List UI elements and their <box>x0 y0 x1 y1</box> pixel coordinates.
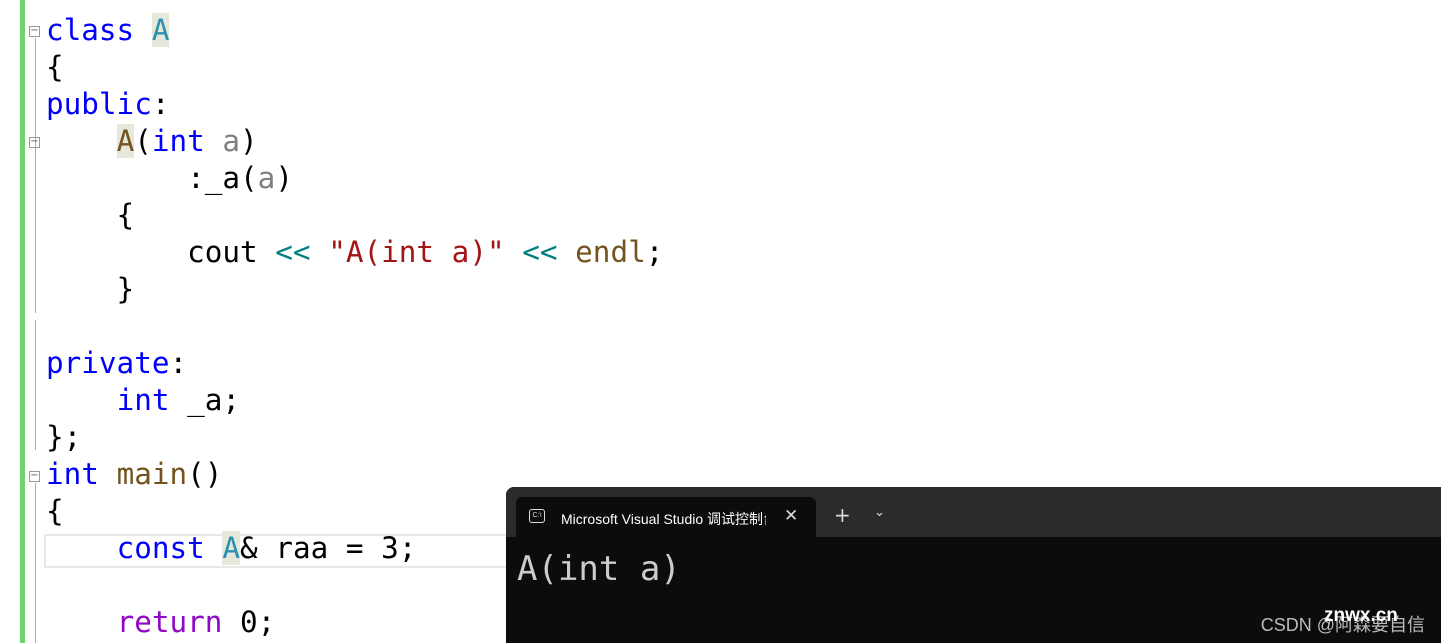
code-token: { <box>46 494 64 528</box>
fold-guide <box>35 320 36 450</box>
code-line: }; <box>46 419 663 456</box>
code-token: endl <box>575 235 646 269</box>
code-token: private <box>46 346 170 380</box>
code-line: { <box>46 49 663 86</box>
code-token: () <box>187 457 223 491</box>
collapse-icon[interactable]: − <box>29 137 40 148</box>
code-token: << <box>275 235 311 269</box>
code-token: } <box>46 272 135 306</box>
code-token: _a; <box>169 383 241 417</box>
code-token: main <box>116 457 188 491</box>
code-token: ) <box>240 124 258 158</box>
code-token: :_a( <box>46 161 258 195</box>
code-token: "A(int a)" <box>328 235 505 269</box>
code-line: } <box>46 271 663 308</box>
code-line: :_a(a) <box>46 160 663 197</box>
code-token: return <box>116 605 223 639</box>
code-token: class <box>46 13 152 47</box>
fold-guide <box>35 483 36 643</box>
chevron-down-icon[interactable]: ⌄ <box>874 505 885 520</box>
collapse-icon[interactable]: − <box>29 471 40 482</box>
site-watermark: znwx.cn <box>1324 605 1398 626</box>
code-token: { <box>46 198 135 232</box>
code-token: { <box>46 50 64 84</box>
close-icon[interactable]: ✕ <box>784 506 798 526</box>
code-token: << <box>522 235 558 269</box>
code-line: cout << "A(int a)" << endl; <box>46 234 663 271</box>
collapse-icon[interactable]: − <box>29 26 40 37</box>
terminal-window: C:\ Microsoft Visual Studio 调试控制台 ✕ + ⌄ … <box>506 487 1441 643</box>
code-token: int <box>46 457 99 491</box>
code-token: a <box>222 124 241 158</box>
console-icon: C:\ <box>529 509 545 523</box>
code-token: 0; <box>222 605 276 639</box>
code-token: ( <box>134 124 152 158</box>
code-token: A <box>222 531 241 565</box>
fold-guide <box>35 38 36 313</box>
code-token: A <box>116 124 135 158</box>
code-token: : <box>151 87 170 121</box>
new-tab-button[interactable]: + <box>834 503 851 527</box>
terminal-tab[interactable]: C:\ Microsoft Visual Studio 调试控制台 ✕ <box>516 497 816 537</box>
code-line: { <box>46 197 663 234</box>
code-line: class A <box>46 12 663 49</box>
code-token: A <box>151 13 170 47</box>
code-token: }; <box>46 420 82 454</box>
code-token: cout <box>46 235 276 269</box>
code-token: a <box>257 161 276 195</box>
code-line: public: <box>46 86 663 123</box>
terminal-tab-bar: C:\ Microsoft Visual Studio 调试控制台 ✕ + ⌄ <box>506 487 1441 537</box>
code-token: int <box>116 383 170 417</box>
code-token: ) <box>275 161 293 195</box>
code-token: const <box>116 531 205 565</box>
code-token: & raa = 3; <box>240 531 417 565</box>
terminal-output: A(int a) <box>517 549 681 589</box>
code-token: int <box>151 124 205 158</box>
code-token: ; <box>645 235 664 269</box>
code-line: private: <box>46 345 663 382</box>
code-line: int _a; <box>46 382 663 419</box>
tab-title: Microsoft Visual Studio 调试控制台 <box>561 511 766 527</box>
code-line: A(int a) <box>46 123 663 160</box>
change-indicator-bar <box>20 0 25 643</box>
code-token: public <box>46 87 152 121</box>
code-token: : <box>169 346 188 380</box>
